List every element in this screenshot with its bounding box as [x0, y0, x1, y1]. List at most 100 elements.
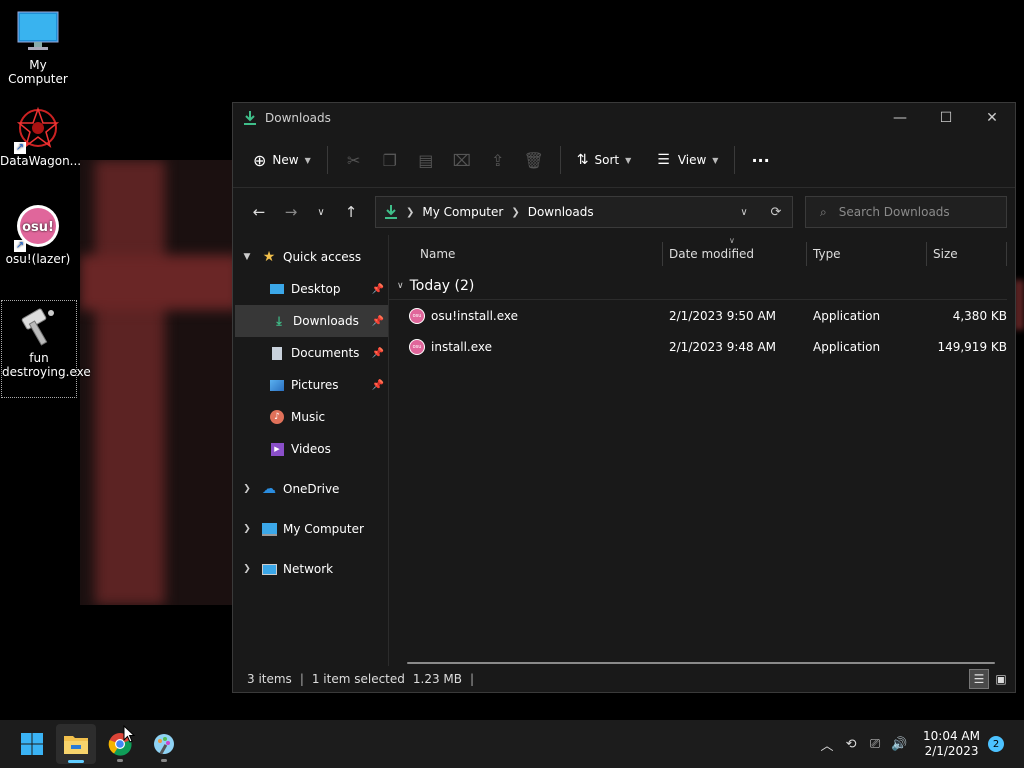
sidebar-item-network[interactable]: ❯ Network: [233, 553, 388, 585]
file-type: Application: [813, 308, 881, 323]
toolbar-separator: [559, 146, 561, 174]
desktop-icon-my-computer[interactable]: My Computer: [0, 10, 76, 86]
desktop-icon-datawagon[interactable]: ↗ DataWagon...: [0, 106, 81, 168]
chevron-down-icon: ▼: [304, 155, 311, 165]
pin-icon: 📌: [371, 315, 384, 327]
sidebar-item-quick-access[interactable]: ▼ ★ Quick access: [233, 241, 388, 273]
sync-icon[interactable]: ⟲: [839, 737, 863, 752]
more-options-button[interactable]: ···: [743, 144, 777, 176]
table-row[interactable]: osu install.exe 2/1/2023 9:48 AM Applica…: [389, 331, 1015, 362]
sidebar-item-my-computer[interactable]: ❯ My Computer: [233, 513, 388, 545]
mouse-cursor-icon: [123, 725, 135, 743]
maximize-button[interactable]: ☐: [923, 103, 969, 133]
wallpaper-cross-horizontal: [80, 255, 240, 310]
breadcrumb-downloads[interactable]: Downloads: [528, 205, 594, 219]
window-title: Downloads: [265, 111, 331, 125]
column-header-date-modified[interactable]: ∨ Date modified: [663, 236, 807, 266]
clock[interactable]: 10:04 AM 2/1/2023: [923, 729, 980, 759]
file-name: osu!install.exe: [431, 308, 519, 323]
network-icon[interactable]: ⎚: [863, 737, 887, 752]
sidebar-item-pictures[interactable]: Pictures 📌: [233, 369, 388, 401]
download-icon: [385, 205, 397, 219]
start-button[interactable]: [12, 724, 52, 764]
chevron-right-icon: ❯: [243, 564, 251, 574]
sidebar-item-label: Pictures: [291, 378, 339, 392]
share-icon[interactable]: ⇪: [480, 144, 516, 176]
desktop-icon-label: osu!(lazer): [5, 252, 71, 266]
view-button[interactable]: ☰ View ▼: [649, 144, 726, 176]
taskbar-paint[interactable]: [144, 724, 184, 764]
cut-icon[interactable]: ✂: [336, 144, 372, 176]
chevron-right-icon: ❯: [243, 524, 251, 534]
clock-date: 2/1/2023: [924, 744, 979, 758]
paint-icon: [154, 734, 174, 755]
sort-button[interactable]: ⇅ Sort ▼: [569, 144, 640, 176]
group-label: Today (2): [409, 278, 475, 294]
wallpaper: [80, 160, 240, 605]
notification-badge[interactable]: 2: [988, 736, 1004, 752]
recent-locations-button[interactable]: ∨: [307, 196, 335, 228]
horizontal-scrollbar[interactable]: [407, 662, 995, 664]
desktop-icon: [269, 281, 285, 297]
picture-icon: [269, 377, 285, 393]
download-icon: ⤓: [276, 313, 282, 328]
sidebar-item-label: Videos: [291, 442, 331, 456]
taskbar: ︿ ⟲ ⎚ 🔊 10:04 AM 2/1/2023 2: [0, 720, 1024, 768]
column-header-type[interactable]: Type: [807, 242, 927, 266]
sidebar-item-videos[interactable]: ▶ Videos: [233, 433, 388, 465]
desktop-icon-osu-lazer[interactable]: osu! ↗ osu!(lazer): [0, 204, 76, 266]
minimize-button[interactable]: —: [877, 103, 923, 133]
chevron-down-icon: ∨: [397, 281, 404, 291]
pin-icon: 📌: [371, 379, 384, 391]
hammer-icon: [17, 303, 61, 347]
chevron-right-icon: ❯: [406, 206, 415, 218]
svg-text:osu!: osu!: [22, 220, 54, 235]
copy-icon[interactable]: ❐: [372, 144, 408, 176]
search-box[interactable]: ⌕: [805, 196, 1007, 228]
file-explorer-window: Downloads — ☐ ✕ ⊕ New ▼ ✂ ❐ ▤ ⌧ ⇪ 🗑 ⇅ So…: [232, 102, 1016, 693]
title-bar[interactable]: Downloads — ☐ ✕: [233, 103, 1015, 133]
table-row[interactable]: osu osu!install.exe 2/1/2023 9:50 AM App…: [389, 300, 1015, 331]
sidebar-item-desktop[interactable]: Desktop 📌: [233, 273, 388, 305]
clock-time: 10:04 AM: [923, 729, 980, 743]
address-bar[interactable]: ❯ My Computer ❯ Downloads ∨ ⟳: [375, 196, 793, 228]
sidebar-item-documents[interactable]: Documents 📌: [233, 337, 388, 369]
column-header-name[interactable]: Name: [389, 242, 663, 266]
tiles-view-button[interactable]: ▣: [991, 669, 1011, 689]
address-row: ← → ∨ ↑ ❯ My Computer ❯ Downloads ∨ ⟳ ⌕: [233, 188, 1015, 236]
desktop-icon-fun-destroying[interactable]: fun destroying.exe: [1, 300, 91, 398]
close-button[interactable]: ✕: [969, 103, 1015, 133]
rename-icon[interactable]: ⌧: [444, 144, 480, 176]
sidebar-item-label: My Computer: [283, 522, 364, 536]
system-tray: ︿ ⟲ ⎚ 🔊 10:04 AM 2/1/2023 2: [815, 729, 1024, 759]
forward-button[interactable]: →: [275, 196, 307, 228]
video-icon: ▶: [269, 441, 285, 457]
file-size: 4,380 KB: [952, 308, 1007, 323]
network-icon: [261, 561, 277, 577]
column-header-size[interactable]: Size: [927, 242, 1007, 266]
delete-icon[interactable]: 🗑: [516, 144, 552, 176]
status-item-count: 3 items: [247, 672, 292, 686]
sidebar-item-onedrive[interactable]: ❯ ☁ OneDrive: [233, 473, 388, 505]
view-icon: ☰: [657, 152, 670, 168]
details-view-button[interactable]: ☰: [969, 669, 989, 689]
back-button[interactable]: ←: [243, 196, 275, 228]
command-bar: ⊕ New ▼ ✂ ❐ ▤ ⌧ ⇪ 🗑 ⇅ Sort ▼ ☰ View ▼ ··…: [233, 133, 1015, 188]
paste-icon[interactable]: ▤: [408, 144, 444, 176]
download-icon: [244, 111, 256, 125]
music-icon: ♪: [269, 409, 285, 425]
volume-icon[interactable]: 🔊: [887, 737, 911, 752]
sidebar-item-downloads[interactable]: ⤓ Downloads 📌: [235, 305, 388, 337]
search-input[interactable]: [836, 204, 1001, 220]
show-hidden-icons-icon[interactable]: ︿: [815, 735, 839, 754]
up-button[interactable]: ↑: [335, 196, 367, 228]
refresh-icon[interactable]: ⟳: [760, 205, 792, 220]
taskbar-file-explorer[interactable]: [56, 724, 96, 764]
folder-icon: [64, 736, 88, 754]
new-button[interactable]: ⊕ New ▼: [245, 144, 319, 176]
more-icon: ···: [751, 150, 770, 170]
address-dropdown-icon[interactable]: ∨: [728, 207, 760, 218]
breadcrumb-my-computer[interactable]: My Computer: [422, 205, 503, 219]
group-header-today[interactable]: ∨ Today (2): [389, 273, 1007, 300]
sidebar-item-music[interactable]: ♪ Music: [233, 401, 388, 433]
